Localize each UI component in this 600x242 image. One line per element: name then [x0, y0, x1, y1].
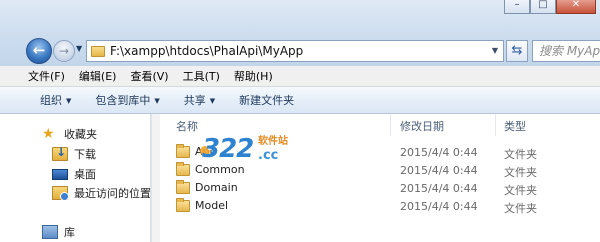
- include-in-library-label: 包含到库中: [95, 94, 151, 107]
- address-dropdown-icon[interactable]: ▼: [489, 44, 501, 58]
- menu-file[interactable]: 文件(F): [28, 68, 65, 84]
- downloads-folder-icon: [52, 145, 68, 161]
- file-type: 文件夹: [504, 184, 537, 197]
- menu-view[interactable]: 查看(V): [130, 68, 168, 84]
- maximize-button[interactable]: □: [530, 0, 556, 14]
- sidebar-item-label: 收藏夹: [64, 128, 97, 141]
- navigation-pane: ★ 收藏夹 下载 桌面 最近访问的位置 库: [0, 114, 151, 242]
- file-name-cell: Domain: [176, 179, 238, 194]
- share-label: 共享: [183, 94, 206, 107]
- sidebar-item-label: 最近访问的位置: [74, 187, 151, 200]
- file-name: Model: [195, 199, 229, 212]
- folder-icon: [176, 197, 190, 212]
- file-type: 文件夹: [504, 148, 537, 161]
- chevron-down-icon: ▼: [209, 97, 216, 105]
- chevron-down-icon: ▼: [154, 97, 160, 105]
- file-list: 名称 修改日期 类型 Api 2015/4/4 0:44 文件夹 Common …: [160, 114, 600, 242]
- include-in-library-button[interactable]: 包含到库中 ▼: [95, 92, 159, 108]
- sidebar-item-favorites[interactable]: ★ 收藏夹: [42, 126, 97, 142]
- new-folder-label: 新建文件夹: [239, 94, 295, 107]
- chevron-down-icon: ▼: [66, 97, 72, 105]
- sidebar-item-libraries[interactable]: 库: [42, 224, 75, 240]
- column-header-name[interactable]: 名称: [176, 118, 198, 136]
- file-date: 2015/4/4 0:44: [400, 164, 478, 177]
- column-divider[interactable]: [495, 114, 496, 136]
- folder-icon: [176, 143, 190, 158]
- table-row[interactable]: Model 2015/4/4 0:44 文件夹: [176, 197, 600, 216]
- library-icon: [42, 225, 58, 239]
- new-folder-button[interactable]: 新建文件夹: [239, 92, 294, 108]
- file-type: 文件夹: [504, 166, 537, 179]
- minimize-button[interactable]: –: [504, 0, 530, 14]
- search-input[interactable]: 搜索 MyApp: [532, 40, 600, 62]
- close-button[interactable]: ✕: [556, 0, 596, 14]
- organize-label: 组织: [40, 94, 62, 107]
- sidebar-item-recent-places[interactable]: 最近访问的位置: [52, 185, 151, 201]
- navigation-scrollbar[interactable]: [151, 114, 160, 242]
- file-name: Common: [195, 163, 245, 176]
- refresh-button[interactable]: ⇆: [506, 40, 528, 62]
- desktop-icon: [52, 169, 68, 180]
- menu-tools[interactable]: 工具(T): [183, 68, 220, 84]
- sidebar-item-desktop[interactable]: 桌面: [52, 166, 96, 182]
- file-date: 2015/4/4 0:44: [400, 146, 478, 159]
- folder-icon: [91, 45, 105, 57]
- back-button[interactable]: ←: [26, 38, 52, 64]
- table-row[interactable]: Domain 2015/4/4 0:44 文件夹: [176, 179, 600, 198]
- column-header-type[interactable]: 类型: [504, 118, 526, 136]
- column-divider[interactable]: [390, 114, 391, 136]
- share-button[interactable]: 共享 ▼: [184, 92, 215, 108]
- organize-button[interactable]: 组织 ▼: [40, 92, 71, 108]
- window-controls: – □ ✕: [504, 0, 596, 14]
- recent-pages-dropdown-icon[interactable]: ▼: [76, 44, 82, 53]
- address-bar[interactable]: F:\xampp\htdocs\PhalApi\MyApp ▼: [86, 40, 504, 62]
- star-icon: ★: [42, 126, 55, 142]
- sidebar-item-downloads[interactable]: 下载: [52, 145, 96, 162]
- address-path[interactable]: F:\xampp\htdocs\PhalApi\MyApp: [110, 44, 303, 58]
- folder-icon: [176, 161, 190, 176]
- column-header-date[interactable]: 修改日期: [400, 118, 444, 136]
- menu-help[interactable]: 帮助(H): [234, 68, 273, 84]
- recent-places-icon: [52, 186, 69, 201]
- sidebar-item-label: 库: [64, 226, 75, 239]
- menu-bar: 文件(F) 编辑(E) 查看(V) 工具(T) 帮助(H): [0, 66, 600, 87]
- folder-icon: [176, 179, 190, 194]
- file-name-cell: Common: [176, 161, 245, 176]
- menu-edit[interactable]: 编辑(E): [79, 68, 117, 84]
- file-name: Api: [195, 145, 213, 158]
- file-date: 2015/4/4 0:44: [400, 182, 478, 195]
- table-row[interactable]: Common 2015/4/4 0:44 文件夹: [176, 161, 600, 180]
- title-bar: – □ ✕ ← → ▼ F:\xampp\htdocs\PhalApi\MyAp…: [0, 0, 600, 66]
- file-type: 文件夹: [504, 202, 537, 215]
- command-bar: 组织 ▼ 包含到库中 ▼ 共享 ▼ 新建文件夹: [0, 87, 600, 114]
- sidebar-item-label: 下载: [74, 148, 96, 161]
- file-date: 2015/4/4 0:44: [400, 200, 478, 213]
- file-name: Domain: [195, 181, 238, 194]
- file-name-cell: Model: [176, 197, 229, 212]
- file-name-cell: Api: [176, 143, 213, 158]
- forward-button[interactable]: →: [53, 40, 75, 62]
- table-row[interactable]: Api 2015/4/4 0:44 文件夹: [176, 143, 600, 162]
- sidebar-item-label: 桌面: [74, 168, 96, 181]
